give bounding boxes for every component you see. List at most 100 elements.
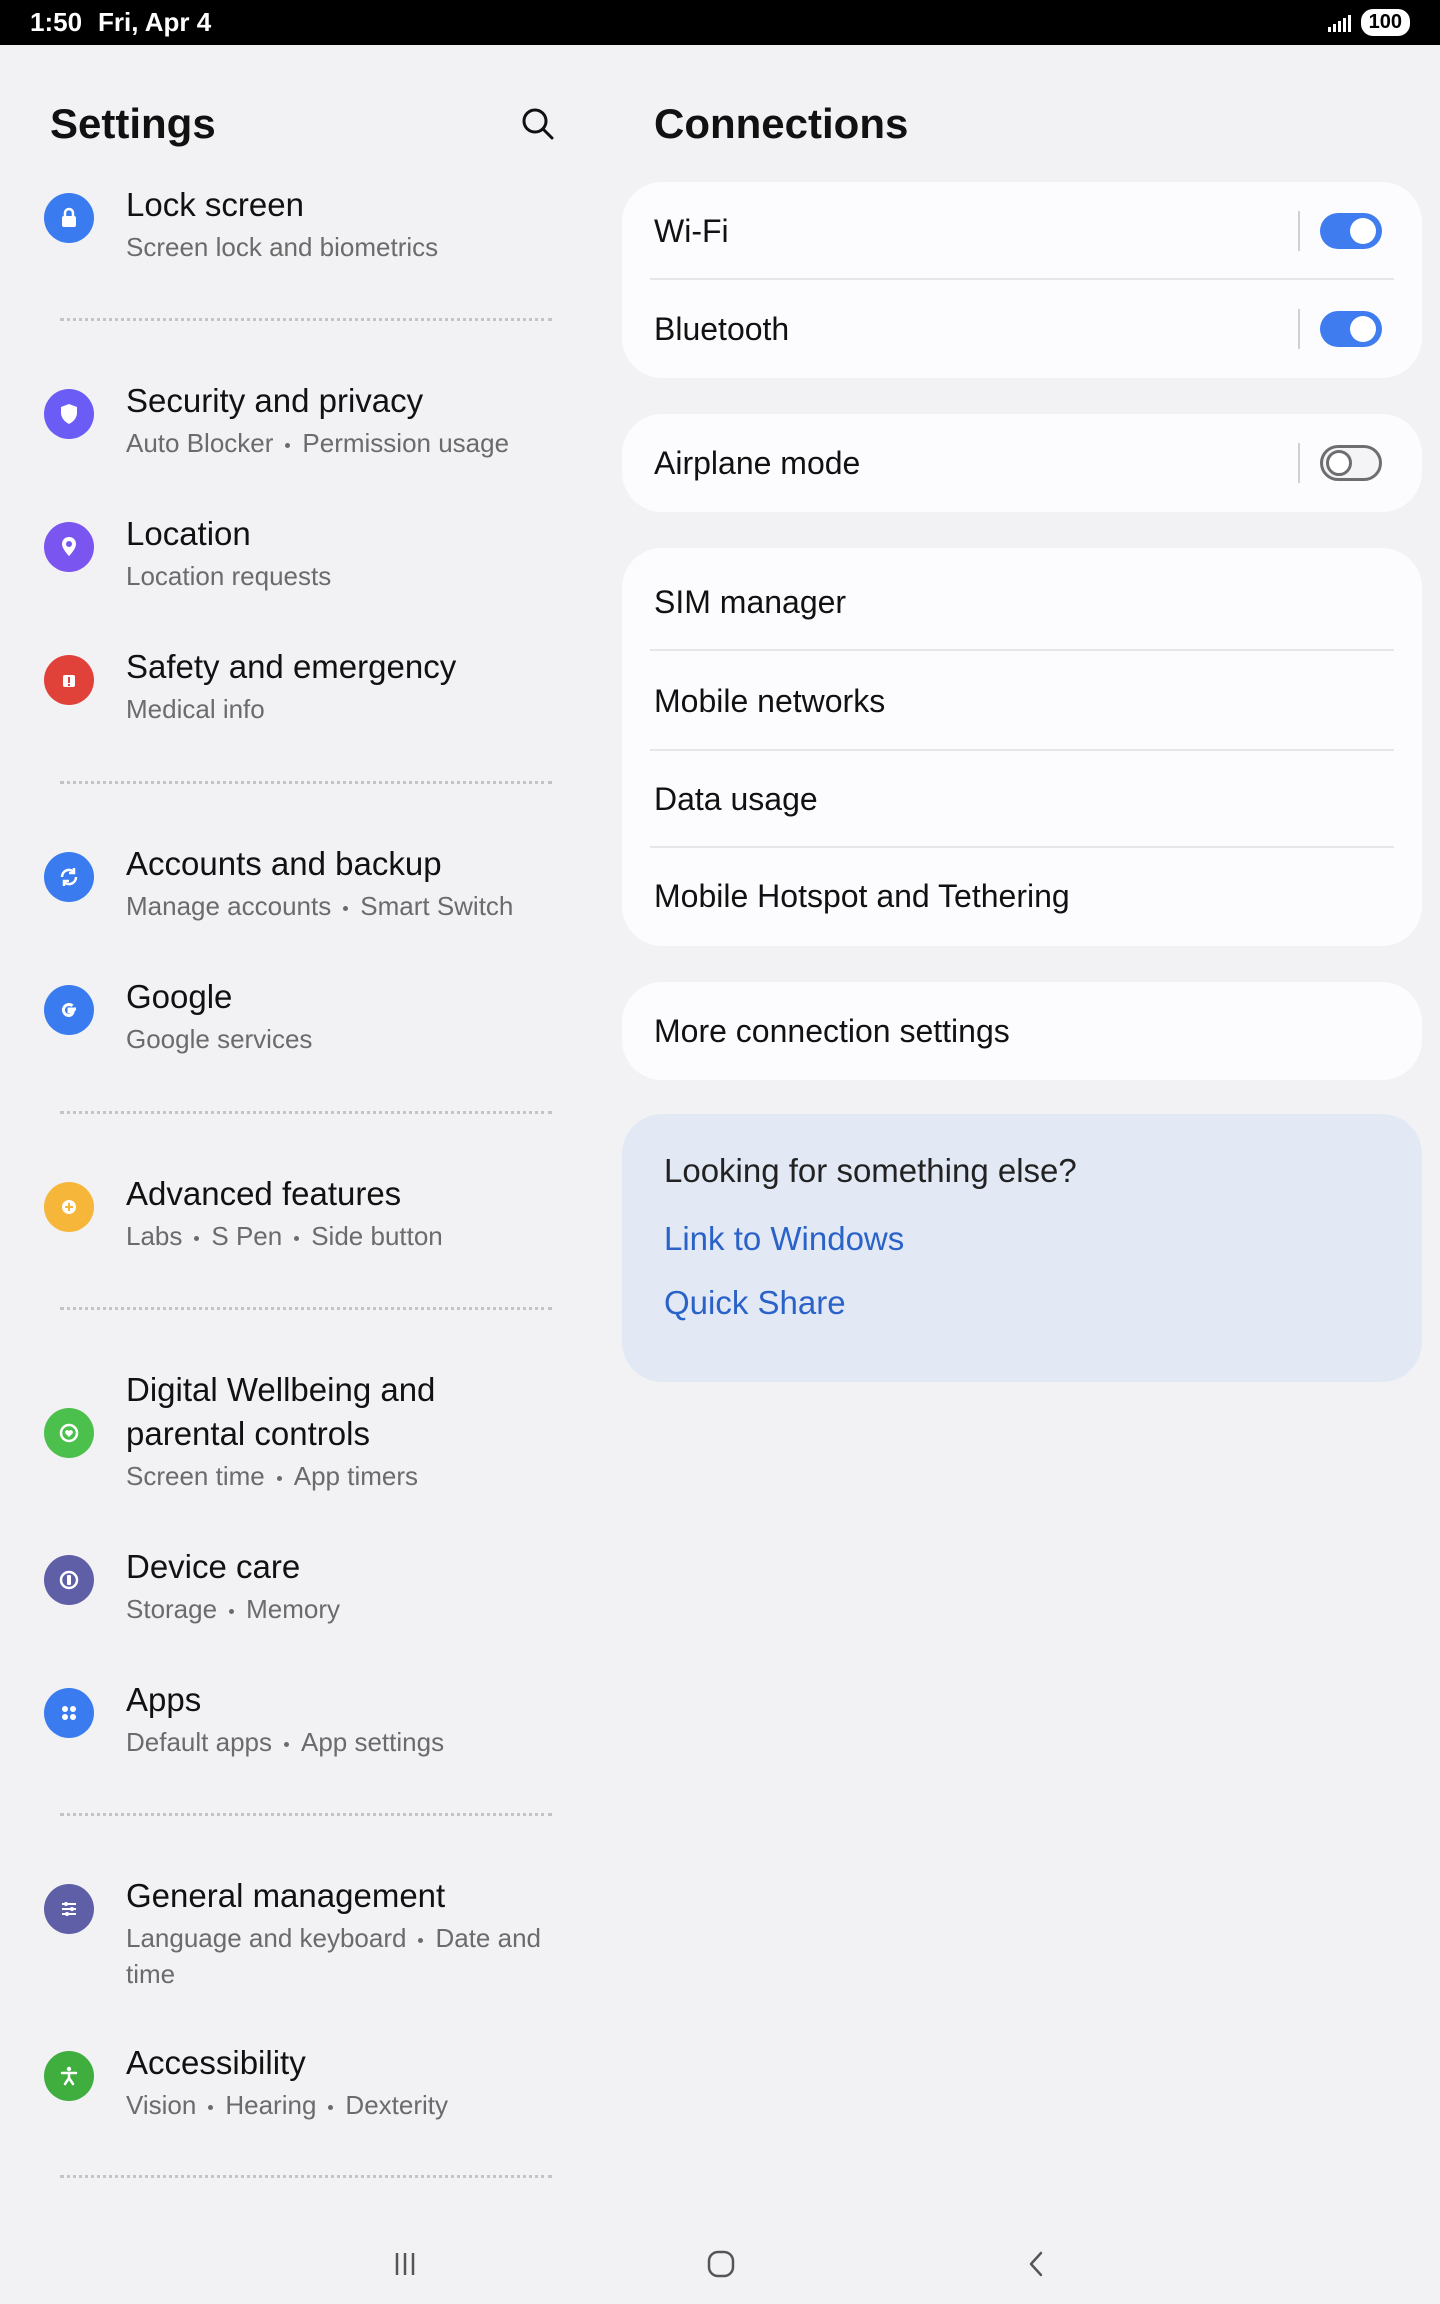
section-divider: [60, 781, 552, 784]
menu-item-safety-emergency[interactable]: Safety and emergency Medical info: [44, 645, 574, 727]
status-bar: 1:50 Fri, Apr 4 100: [0, 0, 1440, 45]
section-divider: [60, 2175, 552, 2178]
wellbeing-icon: [44, 1408, 94, 1458]
menu-item-title: Advanced features: [126, 1175, 402, 1212]
menu-item-title: Safety and emergency: [126, 648, 457, 685]
wifi-toggle[interactable]: [1320, 213, 1382, 249]
menu-item-accessibility[interactable]: Accessibility Vision Hearing Dexterity: [44, 2041, 574, 2123]
data-usage-row[interactable]: Data usage: [622, 751, 1422, 848]
google-icon: [44, 985, 94, 1035]
sliders-icon: [44, 1884, 94, 1934]
location-pin-icon: [44, 522, 94, 572]
menu-item-title: Apps: [126, 1681, 202, 1718]
search-button[interactable]: [516, 102, 560, 146]
mobile-networks-label: Mobile networks: [654, 682, 886, 719]
menu-item-digital-wellbeing[interactable]: Digital Wellbeing and parental controls …: [44, 1368, 574, 1494]
data-usage-label: Data usage: [654, 781, 818, 817]
quick-share-link[interactable]: Quick Share: [664, 1284, 1380, 1322]
menu-item-title: Accessibility: [126, 2044, 306, 2081]
menu-item-title: Device care: [126, 1548, 301, 1585]
recents-button[interactable]: [375, 2239, 435, 2289]
suggestions-card: Looking for something else? Link to Wind…: [622, 1114, 1422, 1382]
menu-item-subtitle: Labs: [126, 1221, 183, 1251]
bluetooth-toggle[interactable]: [1320, 311, 1382, 347]
menu-item-subtitle: App timers: [293, 1461, 418, 1491]
hotspot-tethering-row[interactable]: Mobile Hotspot and Tethering: [622, 848, 1422, 944]
airplane-card: Airplane mode: [622, 414, 1422, 512]
accessibility-icon: [44, 2051, 94, 2101]
menu-item-advanced-features[interactable]: Advanced features Labs S Pen Side button: [44, 1172, 574, 1254]
status-date: Fri, Apr 4: [98, 7, 212, 37]
menu-item-subtitle: Language and keyboard: [126, 1923, 407, 1953]
menu-item-subtitle: Screen lock and biometrics: [126, 232, 439, 262]
hotspot-tethering-label: Mobile Hotspot and Tethering: [654, 877, 1070, 914]
menu-item-title: General management: [126, 1877, 446, 1914]
shield-icon: [44, 389, 94, 439]
lock-icon: [44, 193, 94, 243]
navigation-bar: [0, 2225, 1440, 2304]
menu-item-subtitle: Google services: [126, 1024, 313, 1054]
menu-item-security-privacy[interactable]: Security and privacy Auto Blocker Permiss…: [44, 379, 574, 461]
section-divider: [60, 1307, 552, 1310]
menu-item-subtitle: S Pen: [211, 1221, 283, 1251]
link-to-windows-link[interactable]: Link to Windows: [664, 1220, 1380, 1258]
menu-item-subtitle: Screen time: [126, 1461, 265, 1491]
device-care-icon: [44, 1555, 94, 1605]
search-icon: [522, 108, 554, 140]
menu-item-subtitle: Side button: [311, 1221, 443, 1251]
menu-item-subtitle: Location requests: [126, 561, 332, 591]
menu-item-subtitle: App settings: [300, 1727, 445, 1757]
airplane-mode-toggle[interactable]: [1320, 445, 1382, 481]
emergency-icon: [44, 655, 94, 705]
signal-icon: [1327, 14, 1351, 32]
gear-plus-icon: [44, 1182, 94, 1232]
wifi-row[interactable]: Wi-Fi: [622, 182, 1422, 280]
back-icon: [1029, 2251, 1043, 2277]
menu-item-subtitle: Storage: [126, 1594, 218, 1624]
more-settings-card: More connection settings: [622, 982, 1422, 1080]
suggestions-title: Looking for something else?: [664, 1152, 1077, 1189]
home-icon: [707, 2250, 735, 2278]
back-button[interactable]: [1007, 2239, 1067, 2289]
mobile-networks-row[interactable]: Mobile networks: [622, 651, 1422, 751]
menu-item-subtitle: Default apps: [126, 1727, 272, 1757]
wifi-label: Wi-Fi: [654, 212, 729, 249]
bluetooth-label: Bluetooth: [654, 310, 790, 347]
menu-item-subtitle: Manage accounts: [126, 891, 332, 921]
bluetooth-row[interactable]: Bluetooth: [622, 280, 1422, 378]
sync-icon: [44, 852, 94, 902]
menu-item-subtitle: Medical info: [126, 694, 265, 724]
airplane-mode-row[interactable]: Airplane mode: [622, 414, 1422, 512]
battery-indicator: 100: [1360, 9, 1410, 36]
menu-item-google[interactable]: Google Google services: [44, 975, 574, 1057]
more-connection-settings-label: More connection settings: [654, 1012, 1010, 1049]
menu-item-title: Location: [126, 515, 251, 552]
menu-item-title: Accounts and backup: [126, 845, 442, 882]
apps-grid-icon: [44, 1688, 94, 1738]
menu-item-accounts-backup[interactable]: Accounts and backup Manage accounts Smart…: [44, 842, 574, 924]
airplane-mode-label: Airplane mode: [654, 444, 861, 481]
menu-item-subtitle: Hearing: [225, 2090, 317, 2120]
settings-title: Settings: [50, 100, 216, 147]
menu-item-subtitle: Permission usage: [302, 428, 510, 458]
section-divider: [60, 318, 552, 321]
sim-manager-label: SIM manager: [654, 584, 847, 620]
section-divider: [60, 1111, 552, 1114]
more-connection-settings-row[interactable]: More connection settings: [622, 982, 1422, 1080]
menu-item-subtitle: Auto Blocker: [126, 428, 274, 458]
menu-item-title: Digital Wellbeing and parental controls: [126, 1371, 436, 1452]
network-card: SIM manager Mobile networks Data usage M…: [622, 548, 1422, 946]
menu-item-device-care[interactable]: Device care Storage Memory: [44, 1545, 574, 1627]
section-divider: [60, 1813, 552, 1816]
wireless-card: Wi-Fi Bluetooth: [622, 182, 1422, 378]
recents-icon: [395, 2253, 415, 2275]
menu-item-title: Security and privacy: [126, 382, 424, 419]
home-button[interactable]: [691, 2239, 751, 2289]
menu-item-location[interactable]: Location Location requests: [44, 512, 574, 594]
menu-item-lock-screen[interactable]: Lock screen Screen lock and biometrics: [44, 183, 574, 265]
menu-item-subtitle: Dexterity: [345, 2090, 448, 2120]
menu-item-apps[interactable]: Apps Default apps App settings: [44, 1678, 574, 1760]
sim-manager-row[interactable]: SIM manager: [622, 554, 1422, 651]
status-time: 1:50: [30, 7, 83, 37]
menu-item-general-management[interactable]: General management Language and keyboard…: [44, 1874, 574, 1992]
